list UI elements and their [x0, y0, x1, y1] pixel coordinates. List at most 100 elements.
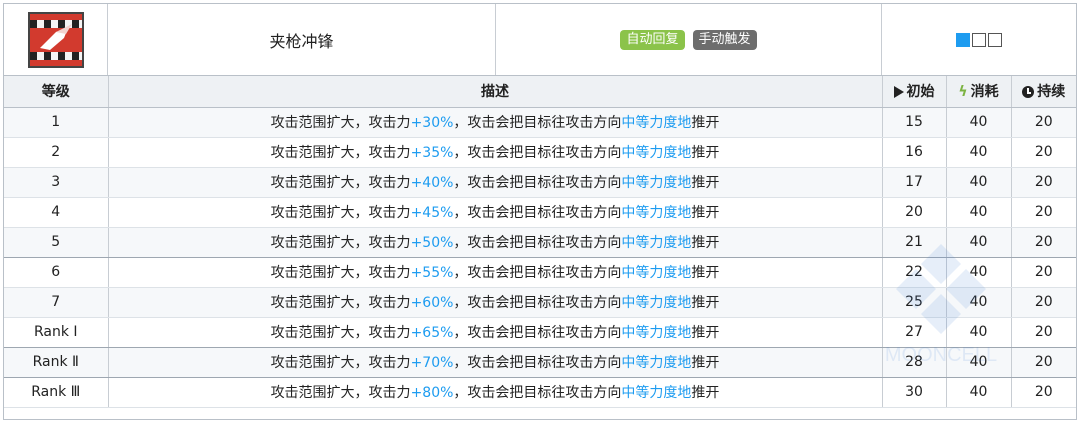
duration-cell: 20 [1011, 107, 1076, 138]
initial-sp-cell: 22 [882, 257, 947, 288]
table-row: Rank Ⅱ 攻击范围扩大，攻击力+70%，攻击会把目标往攻击方向中等力度地推开 2… [4, 347, 1076, 378]
table-row: 7 攻击范围扩大，攻击力+60%，攻击会把目标往攻击方向中等力度地推开 25 40 20 [4, 287, 1076, 318]
initial-sp-cell: 20 [882, 197, 947, 228]
skill-level-table: 等级 描述 初始 ϟ 消耗 持续 1 攻击范围扩大，攻击力+30%，攻击会把目标往攻… [4, 76, 1076, 408]
manual-trigger-tag: 手动触发 [692, 29, 757, 50]
sp-cost-cell: 40 [946, 227, 1012, 258]
push-force: 中等力度地 [621, 145, 692, 161]
sp-cost-cell: 40 [946, 197, 1012, 228]
skill-header: 夹枪冲锋 自动回复 手动触发 [4, 4, 1076, 76]
level-cell: 2 [4, 137, 109, 168]
sp-indicator [882, 4, 1076, 75]
initial-sp-cell: 17 [882, 167, 947, 198]
skill-tags: 自动回复 手动触发 [496, 4, 882, 75]
sp-cost-cell: 40 [946, 287, 1012, 318]
description-cell: 攻击范围扩大，攻击力+40%，攻击会把目标往攻击方向中等力度地推开 [108, 167, 883, 198]
atk-bonus: +45% [410, 205, 454, 221]
duration-cell: 20 [1011, 167, 1076, 198]
clock-icon [1022, 86, 1035, 99]
duration-cell: 20 [1011, 197, 1076, 228]
level-cell: 6 [4, 257, 109, 288]
description-cell: 攻击范围扩大，攻击力+55%，攻击会把目标往攻击方向中等力度地推开 [108, 257, 883, 288]
description-cell: 攻击范围扩大，攻击力+65%，攻击会把目标往攻击方向中等力度地推开 [108, 317, 883, 348]
atk-bonus: +30% [410, 115, 454, 131]
duration-cell: 20 [1011, 227, 1076, 258]
header-initial: 初始 [882, 76, 947, 108]
level-cell: 3 [4, 167, 109, 198]
table-row: 4 攻击范围扩大，攻击力+45%，攻击会把目标往攻击方向中等力度地推开 20 40 20 [4, 197, 1076, 228]
atk-bonus: +65% [410, 325, 454, 341]
header-cost: ϟ 消耗 [946, 76, 1012, 108]
table-row: 6 攻击范围扩大，攻击力+55%，攻击会把目标往攻击方向中等力度地推开 22 40 20 [4, 257, 1076, 288]
level-cell: 5 [4, 227, 109, 258]
push-force: 中等力度地 [621, 205, 692, 221]
initial-sp-cell: 15 [882, 107, 947, 138]
atk-bonus: +55% [410, 265, 454, 281]
sp-cost-cell: 40 [946, 317, 1012, 348]
atk-bonus: +60% [410, 295, 454, 311]
push-force: 中等力度地 [621, 325, 692, 341]
initial-sp-cell: 28 [882, 347, 947, 378]
atk-bonus: +80% [410, 385, 454, 401]
sp-cost-cell: 40 [946, 347, 1012, 378]
initial-sp-cell: 25 [882, 287, 947, 318]
initial-sp-cell: 30 [882, 377, 947, 408]
atk-bonus: +40% [410, 175, 454, 191]
skill-icon-cell [4, 4, 108, 75]
skill-name: 夹枪冲锋 [108, 4, 496, 75]
description-cell: 攻击范围扩大，攻击力+45%，攻击会把目标往攻击方向中等力度地推开 [108, 197, 883, 228]
push-force: 中等力度地 [621, 115, 692, 131]
description-cell: 攻击范围扩大，攻击力+30%，攻击会把目标往攻击方向中等力度地推开 [108, 107, 883, 138]
header-duration: 持续 [1011, 76, 1076, 108]
duration-cell: 20 [1011, 377, 1076, 408]
table-row: 1 攻击范围扩大，攻击力+30%，攻击会把目标往攻击方向中等力度地推开 15 40 20 [4, 107, 1076, 138]
level-cell: 1 [4, 107, 109, 138]
level-cell: Rank Ⅱ [4, 347, 109, 378]
push-force: 中等力度地 [621, 235, 692, 251]
table-row: 5 攻击范围扩大，攻击力+50%，攻击会把目标往攻击方向中等力度地推开 21 40 20 [4, 227, 1076, 258]
duration-cell: 20 [1011, 137, 1076, 168]
header-description: 描述 [108, 76, 883, 108]
sp-cost-cell: 40 [946, 377, 1012, 408]
level-cell: Rank Ⅰ [4, 317, 109, 348]
description-cell: 攻击范围扩大，攻击力+60%，攻击会把目标往攻击方向中等力度地推开 [108, 287, 883, 318]
description-cell: 攻击范围扩大，攻击力+80%，攻击会把目标往攻击方向中等力度地推开 [108, 377, 883, 408]
level-cell: Rank Ⅲ [4, 377, 109, 408]
description-cell: 攻击范围扩大，攻击力+35%，攻击会把目标往攻击方向中等力度地推开 [108, 137, 883, 168]
sp-cost-cell: 40 [946, 107, 1012, 138]
atk-bonus: +50% [410, 235, 454, 251]
sp-box-icon [956, 32, 970, 47]
skill-card: 夹枪冲锋 自动回复 手动触发 等级 描述 初始 ϟ 消耗 持续 1 攻击范围扩大，攻… [3, 3, 1077, 420]
atk-bonus: +70% [410, 355, 454, 371]
atk-bonus: +35% [410, 145, 454, 161]
sp-box-icon [988, 32, 1002, 47]
table-row: Rank Ⅲ 攻击范围扩大，攻击力+80%，攻击会把目标往攻击方向中等力度地推开 3… [4, 377, 1076, 408]
sp-box-icon [972, 32, 986, 47]
duration-cell: 20 [1011, 317, 1076, 348]
table-row: Rank Ⅰ 攻击范围扩大，攻击力+65%，攻击会把目标往攻击方向中等力度地推开 2… [4, 317, 1076, 348]
sp-cost-cell: 40 [946, 257, 1012, 288]
push-force: 中等力度地 [621, 295, 692, 311]
level-cell: 4 [4, 197, 109, 228]
lightning-bolt-icon: ϟ [958, 84, 968, 101]
duration-cell: 20 [1011, 287, 1076, 318]
duration-cell: 20 [1011, 257, 1076, 288]
header-level: 等级 [4, 76, 109, 108]
push-force: 中等力度地 [621, 265, 692, 281]
push-force: 中等力度地 [621, 175, 692, 191]
lance-charge-skill-icon [27, 11, 84, 68]
initial-sp-cell: 21 [882, 227, 947, 258]
sp-cost-cell: 40 [946, 137, 1012, 168]
table-header-row: 等级 描述 初始 ϟ 消耗 持续 [4, 76, 1076, 108]
play-triangle-icon [893, 86, 904, 99]
initial-sp-cell: 27 [882, 317, 947, 348]
description-cell: 攻击范围扩大，攻击力+70%，攻击会把目标往攻击方向中等力度地推开 [108, 347, 883, 378]
initial-sp-cell: 16 [882, 137, 947, 168]
description-cell: 攻击范围扩大，攻击力+50%，攻击会把目标往攻击方向中等力度地推开 [108, 227, 883, 258]
table-row: 3 攻击范围扩大，攻击力+40%，攻击会把目标往攻击方向中等力度地推开 17 40 20 [4, 167, 1076, 198]
duration-cell: 20 [1011, 347, 1076, 378]
table-row: 2 攻击范围扩大，攻击力+35%，攻击会把目标往攻击方向中等力度地推开 16 40 20 [4, 137, 1076, 168]
push-force: 中等力度地 [621, 355, 692, 371]
level-cell: 7 [4, 287, 109, 318]
sp-cost-cell: 40 [946, 167, 1012, 198]
